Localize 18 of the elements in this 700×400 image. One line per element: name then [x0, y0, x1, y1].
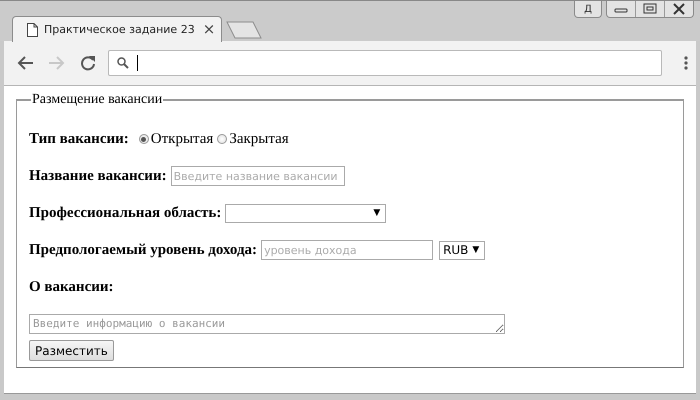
area-select[interactable]: ▼	[225, 204, 386, 222]
field-label: Тип вакансии:	[29, 130, 129, 148]
radio-label[interactable]: Открытая	[150, 130, 214, 148]
field-label: О вакансии:	[29, 278, 114, 296]
profile-badge[interactable]: Д	[574, 1, 602, 18]
field-label: Название вакансии:	[29, 168, 167, 184]
field-label: Профессиональная область:	[29, 204, 222, 222]
browser-tab[interactable]: Практическое задание 23 ×	[12, 16, 222, 42]
title-input[interactable]: Введите название вакансии	[170, 166, 345, 186]
income-input[interactable]: уровень дохода	[261, 240, 434, 260]
field-label: Предпологаемый уровень дохода:	[29, 242, 258, 258]
radio-label[interactable]: Закрытая	[229, 130, 289, 148]
about-textarea[interactable]: Введите информацию о вакансии	[29, 314, 505, 334]
tab-close-button[interactable]: ×	[202, 22, 216, 37]
tab-title: Практическое задание 23	[44, 23, 195, 36]
currency-select[interactable]: RUB ▼	[439, 240, 486, 260]
submit-button[interactable]: Разместить	[29, 340, 114, 361]
fieldset-legend: Размещение вакансии	[31, 92, 164, 108]
